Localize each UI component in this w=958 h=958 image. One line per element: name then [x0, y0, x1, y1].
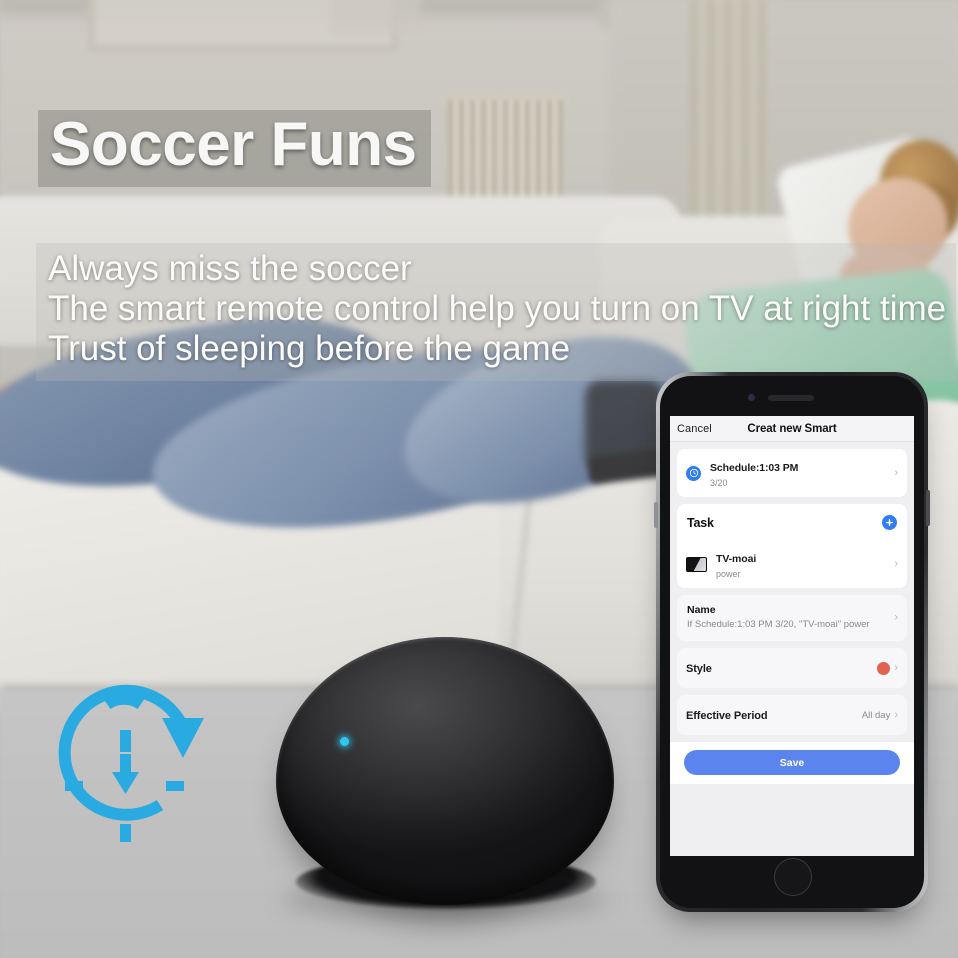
- task-card: Task TV-moai power ›: [677, 504, 907, 588]
- task-item-row[interactable]: TV-moai power ›: [677, 540, 907, 588]
- home-button[interactable]: [774, 858, 812, 896]
- schedule-right: ›: [894, 466, 898, 479]
- smartphone: Cancel Creat new Smart Schedule:1:03 PM …: [654, 372, 930, 912]
- subtitle-line-1: Always miss the soccer: [48, 249, 412, 288]
- clock-icon: [686, 465, 701, 481]
- save-bar: Save: [670, 742, 914, 785]
- chevron-right-icon: ›: [894, 661, 898, 674]
- task-label: Task: [687, 515, 714, 530]
- effective-period-right: All day ›: [861, 708, 898, 721]
- schedule-text: Schedule:1:03 PM 3/20: [710, 458, 894, 488]
- effective-period-value: All day: [861, 709, 891, 721]
- tv-icon: [686, 556, 707, 572]
- task-header: Task: [677, 504, 907, 540]
- hub-led-indicator: [340, 737, 349, 746]
- schedule-row[interactable]: Schedule:1:03 PM 3/20 ›: [677, 449, 907, 497]
- name-label: Name: [687, 604, 716, 616]
- chevron-right-icon: ›: [894, 708, 898, 721]
- add-task-button[interactable]: [882, 515, 897, 530]
- style-color-swatch[interactable]: [877, 661, 891, 675]
- subtitle-line-3: Trust of sleeping before the game: [48, 328, 571, 368]
- phone-screen: Cancel Creat new Smart Schedule:1:03 PM …: [670, 416, 914, 856]
- subtitle-band: Always miss the soccer The smart remote …: [36, 243, 956, 381]
- effective-period-label: Effective Period: [686, 710, 768, 723]
- name-block: Name If Schedule:1:03 PM 3/20, "TV-moai"…: [677, 595, 907, 641]
- schedule-date: 3/20: [710, 478, 728, 488]
- task-item-title: TV-moai: [716, 553, 757, 565]
- style-text: Style: [686, 659, 877, 677]
- chevron-right-icon: ›: [894, 611, 898, 624]
- front-camera-icon: [748, 394, 755, 401]
- volume-button[interactable]: [654, 502, 658, 528]
- task-item-subtitle: power: [716, 569, 741, 579]
- effective-period-text: Effective Period: [686, 706, 862, 724]
- screen-title: Creat new Smart: [747, 422, 837, 435]
- task-item-text: TV-moai power: [716, 549, 894, 579]
- chevron-right-icon: ›: [894, 557, 898, 570]
- task-item-right: ›: [894, 557, 898, 570]
- style-row[interactable]: Style ›: [677, 648, 907, 688]
- headline-band: Soccer Funs: [38, 110, 431, 187]
- name-value: If Schedule:1:03 PM 3/20, "TV-moai" powe…: [687, 619, 870, 630]
- style-card[interactable]: Style ›: [677, 648, 907, 689]
- subtitle-line-2: The smart remote control help you turn o…: [48, 288, 947, 328]
- chevron-right-icon: ›: [894, 466, 898, 479]
- name-card[interactable]: Name If Schedule:1:03 PM 3/20, "TV-moai"…: [677, 595, 907, 642]
- timer-clock-icon: [38, 672, 218, 852]
- effective-period-card[interactable]: Effective Period All day ›: [677, 695, 907, 736]
- form-scroll-area[interactable]: Schedule:1:03 PM 3/20 › Task TV-moai pow…: [670, 442, 914, 856]
- page-title: Soccer Funs: [50, 110, 417, 179]
- power-button[interactable]: [926, 490, 930, 526]
- save-button[interactable]: Save: [684, 750, 900, 776]
- style-label: Style: [686, 663, 712, 676]
- schedule-title: Schedule:1:03 PM: [710, 462, 799, 474]
- earpiece-speaker: [768, 395, 814, 401]
- effective-period-row[interactable]: Effective Period All day ›: [677, 695, 907, 735]
- schedule-card: Schedule:1:03 PM 3/20 ›: [677, 449, 907, 497]
- style-right: ›: [877, 661, 898, 675]
- navigation-bar: Cancel Creat new Smart: [670, 416, 914, 442]
- product-marketing-banner: Soccer Funs Always miss the soccer The s…: [0, 0, 958, 958]
